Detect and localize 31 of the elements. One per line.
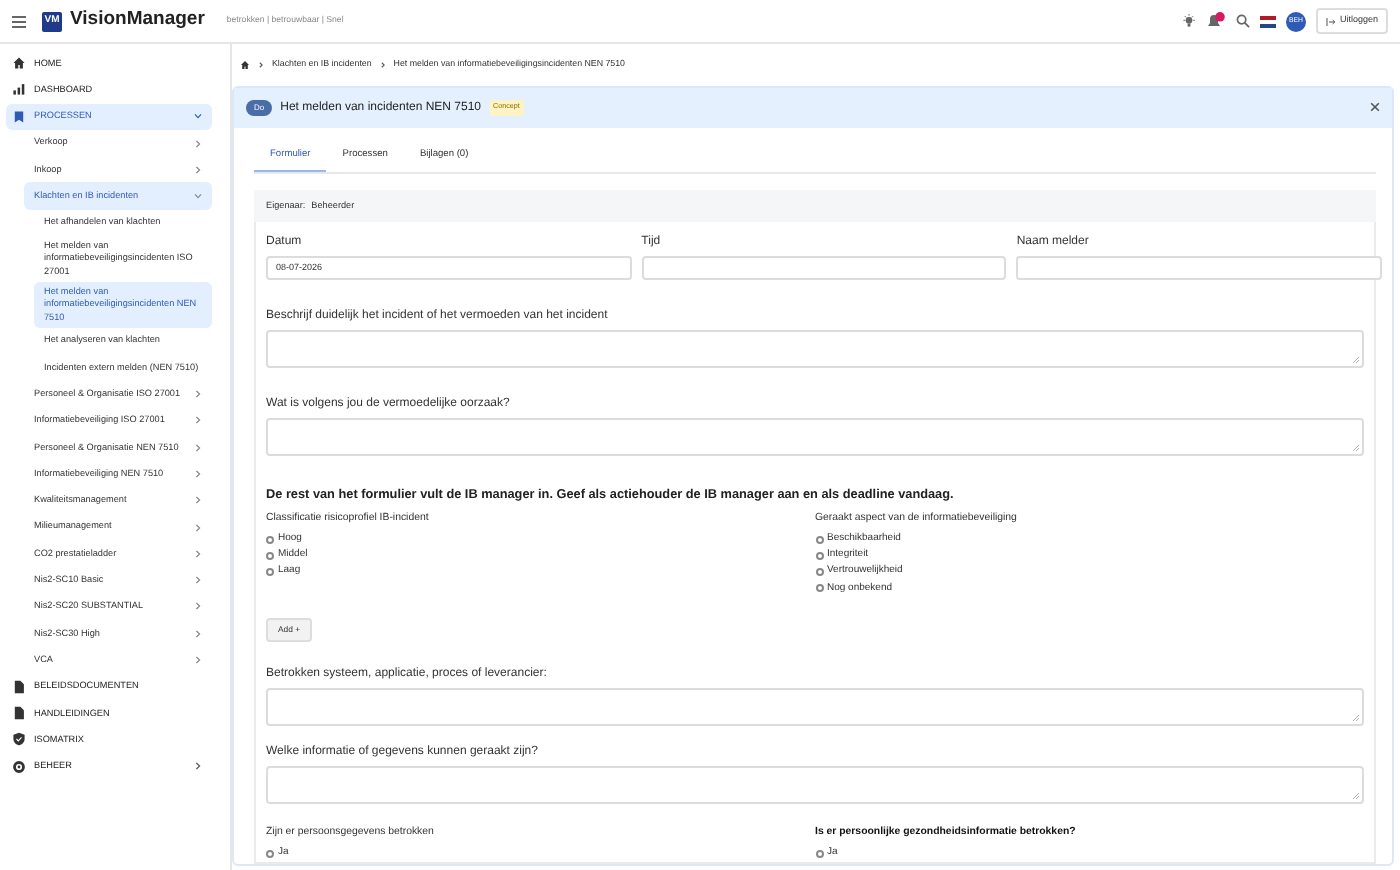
radio-button[interactable]: [815, 584, 823, 593]
radio-button[interactable]: [266, 535, 274, 544]
radio-button[interactable]: [266, 568, 274, 577]
input-field[interactable]: [641, 256, 1007, 280]
menu-icon[interactable]: [12, 15, 26, 27]
flag-icon[interactable]: [1259, 15, 1276, 27]
radio-button[interactable]: [266, 849, 274, 858]
radio-button[interactable]: [266, 551, 274, 560]
resize-grip-icon[interactable]: [1352, 444, 1360, 452]
input-field[interactable]: [1016, 256, 1383, 280]
close-button[interactable]: [1370, 101, 1380, 115]
notification-icon[interactable]: [1205, 12, 1226, 30]
chevron-right-icon: [379, 61, 386, 67]
resize-grip-icon[interactable]: [1352, 713, 1360, 722]
radio-button[interactable]: [815, 551, 823, 560]
light-bulb-icon: [1181, 14, 1196, 28]
shield-icon: [12, 732, 26, 747]
bar-chart-icon: [12, 82, 26, 97]
logout-icon: [1325, 17, 1336, 25]
chevron-right-icon: [258, 61, 264, 67]
radio-button[interactable]: [815, 535, 823, 544]
radio-button[interactable]: [815, 849, 823, 858]
home-icon[interactable]: [240, 59, 250, 69]
home-icon: [12, 56, 26, 71]
radio-button[interactable]: [815, 568, 823, 577]
resize-grip-icon[interactable]: [1352, 356, 1360, 364]
gear-icon: [12, 759, 26, 774]
app-name: VisionManager: [70, 6, 205, 35]
resize-grip-icon[interactable]: [1352, 791, 1360, 800]
search-icon[interactable]: [1235, 14, 1250, 28]
bookmark-icon: [12, 109, 26, 124]
